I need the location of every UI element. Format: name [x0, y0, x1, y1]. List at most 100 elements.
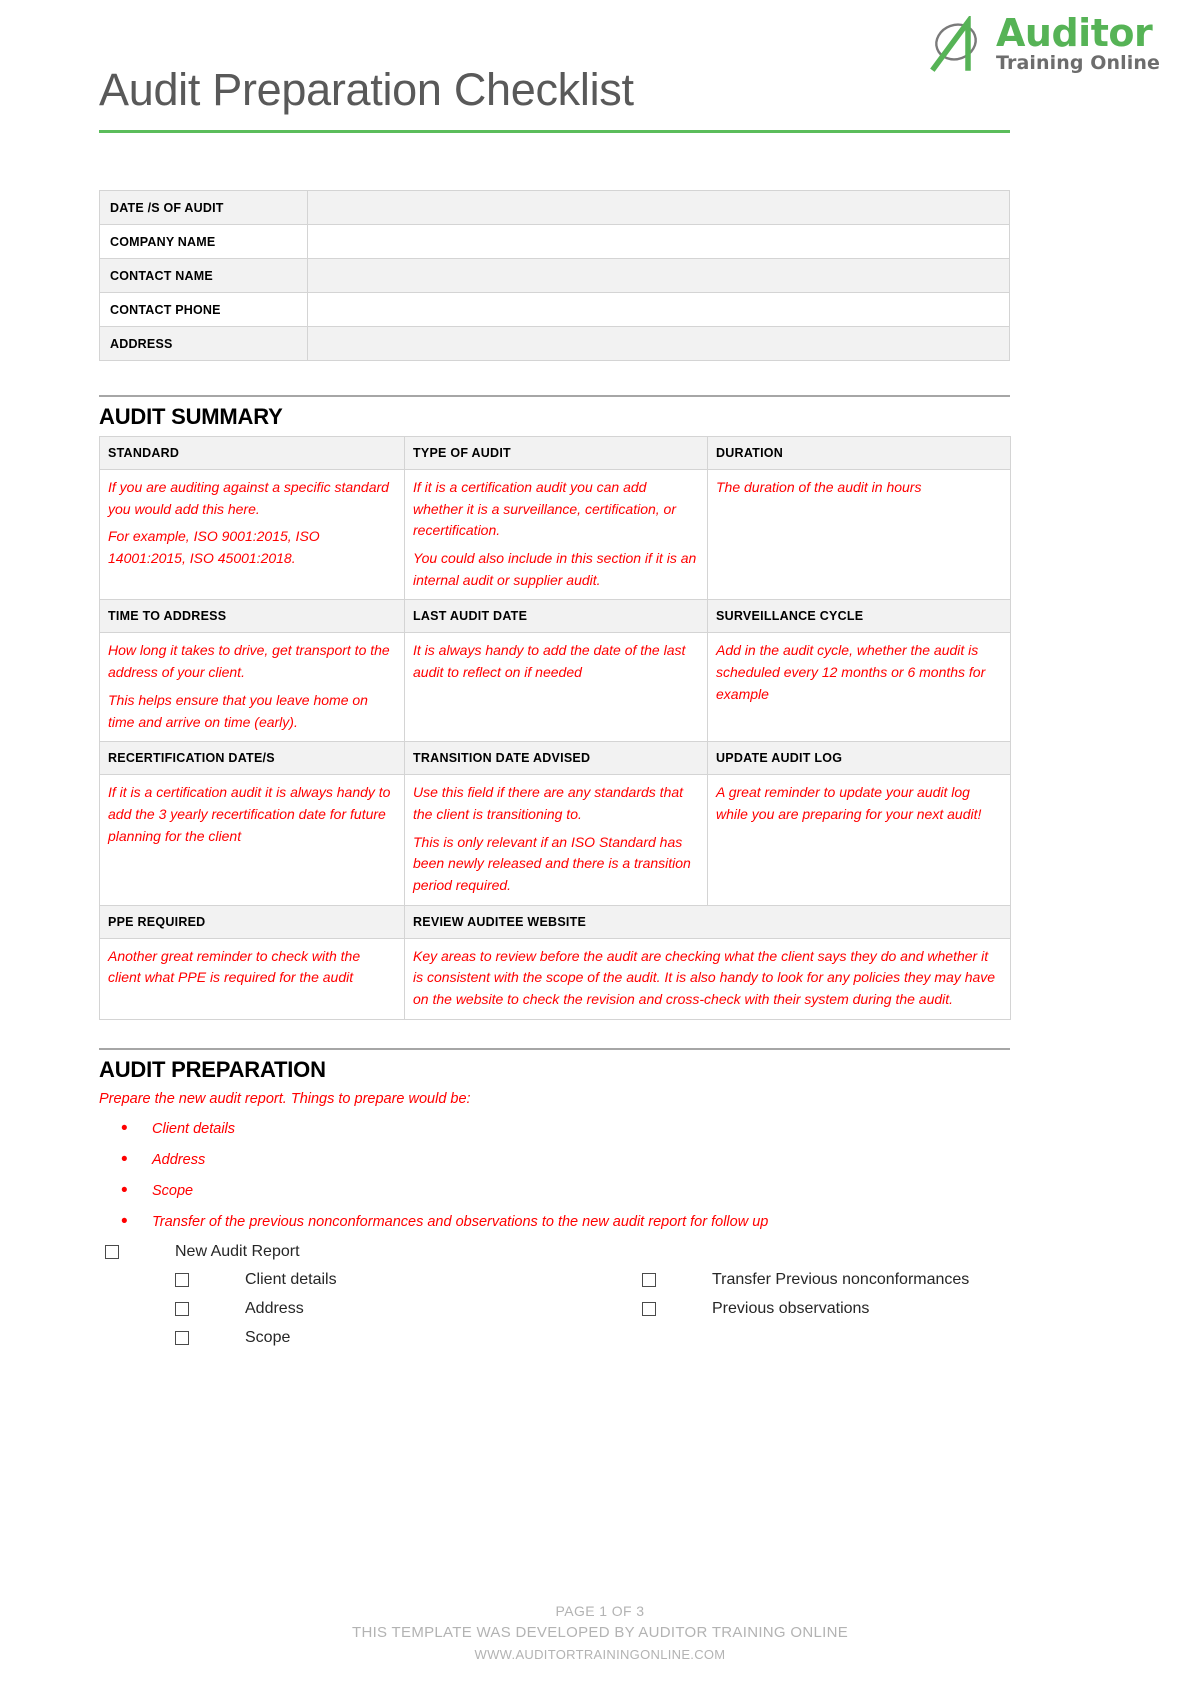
checkbox-row-address[interactable]: Address [175, 1299, 304, 1317]
page-title: Audit Preparation Checklist [99, 64, 634, 115]
info-value-company-name[interactable] [307, 224, 1010, 259]
checkbox-address[interactable] [175, 1301, 189, 1316]
auditor-training-online-logo: Auditor Training Online [928, 14, 1160, 73]
summary-cell-time-to-address[interactable]: How long it takes to drive, get transpor… [99, 632, 405, 743]
info-label-contact-name: CONTACT NAME [99, 258, 308, 293]
checkbox-row-transfer-previous-nonconformances[interactable]: Transfer Previous nonconformances [642, 1270, 970, 1288]
info-label-company-name: COMPANY NAME [99, 224, 308, 259]
document-header: Auditor Training Online Audit Preparatio… [0, 0, 1200, 140]
cell-paragraph: The duration of the audit in hours [716, 479, 922, 495]
checkbox-row-client-details[interactable]: Client details [175, 1270, 337, 1288]
logo-tagline: Training Online [996, 52, 1160, 74]
info-value-date-of-audit[interactable] [307, 190, 1010, 225]
checkbox-two-column-group: Client details Address Scope Transfer Pr… [99, 1270, 1101, 1372]
summary-cell-transition-date-advised[interactable]: Use this field if there are any standard… [404, 774, 708, 906]
summary-cell-surveillance-cycle[interactable]: Add in the audit cycle, whether the audi… [707, 632, 1011, 743]
summary-header-duration: DURATION [707, 436, 1011, 470]
info-label-address: ADDRESS [99, 326, 308, 361]
footer-credit: THIS TEMPLATE WAS DEVELOPED BY AUDITOR T… [351, 1624, 849, 1641]
section-divider-rule [99, 1047, 1010, 1050]
title-underline-rule [99, 130, 1010, 133]
table-header-row: TIME TO ADDRESS LAST AUDIT DATE SURVEILL… [99, 599, 1011, 634]
cell-paragraph: How long it takes to drive, get transpor… [108, 642, 390, 681]
list-item: Transfer of the previous nonconformances… [99, 1210, 1101, 1234]
list-item: Scope [99, 1179, 1101, 1203]
info-label-date-of-audit: DATE /S OF AUDIT [99, 190, 308, 225]
summary-header-last-audit-date: LAST AUDIT DATE [404, 599, 708, 634]
summary-header-type-of-audit: TYPE OF AUDIT [404, 436, 708, 470]
summary-header-recertification-dates: RECERTIFICATION DATE/S [99, 741, 405, 776]
summary-header-ppe-required: PPE REQUIRED [99, 904, 405, 939]
table-row: CONTACT PHONE [99, 292, 1010, 327]
checkbox-scope[interactable] [175, 1330, 189, 1345]
summary-header-surveillance-cycle: SURVEILLANCE CYCLE [707, 599, 1011, 634]
info-value-contact-phone[interactable] [307, 292, 1010, 327]
checkbox-row-scope[interactable]: Scope [175, 1328, 291, 1346]
checkbox-new-audit-report[interactable] [105, 1244, 119, 1259]
checkbox-label-transfer-previous-nonconformances: Transfer Previous nonconformances [712, 1270, 970, 1288]
audit-preparation-intro: Prepare the new audit report. Things to … [99, 1090, 471, 1107]
checkbox-transfer-previous-nonconformances[interactable] [642, 1272, 656, 1287]
checkbox-client-details[interactable] [175, 1272, 189, 1287]
checkbox-label-scope: Scope [245, 1328, 291, 1346]
document-page: Auditor Training Online Audit Preparatio… [0, 0, 1200, 1698]
checkbox-previous-observations[interactable] [642, 1301, 656, 1316]
audit-preparation-heading: AUDIT PREPARATION [99, 1056, 326, 1082]
table-header-row: PPE REQUIRED REVIEW AUDITEE WEBSITE [99, 904, 1011, 939]
cell-paragraph: A great reminder to update your audit lo… [716, 784, 982, 822]
table-row: How long it takes to drive, get transpor… [99, 632, 1011, 743]
cell-paragraph: For example, ISO 9001:2015, ISO 14001:20… [108, 528, 320, 567]
checkbox-label-client-details: Client details [245, 1270, 337, 1288]
summary-cell-duration[interactable]: The duration of the audit in hours [707, 468, 1011, 601]
cell-paragraph: This is only relevant if an ISO Standard… [413, 833, 691, 893]
summary-cell-type-of-audit[interactable]: If it is a certification audit you can a… [404, 468, 708, 601]
summary-header-standard: STANDARD [99, 436, 405, 470]
logo-wordmark: Auditor [996, 11, 1153, 55]
audit-summary-table: STANDARD TYPE OF AUDIT DURATION If you a… [99, 436, 1011, 1020]
summary-cell-ppe-required[interactable]: Another great reminder to check with the… [99, 937, 405, 1020]
summary-cell-review-auditee-website[interactable]: Key areas to review before the audit are… [404, 937, 1011, 1020]
info-value-address[interactable] [307, 326, 1010, 361]
cell-paragraph: If you are auditing against a specific s… [108, 479, 389, 517]
checkbox-label-address: Address [245, 1299, 304, 1317]
cell-paragraph: If it is a certification audit it is alw… [108, 784, 391, 844]
table-row: CONTACT NAME [99, 258, 1010, 293]
footer-website: WWW.AUDITORTRAININGONLINE.COM [474, 1646, 726, 1662]
cell-paragraph: Use this field if there are any standard… [413, 784, 684, 822]
table-row: COMPANY NAME [99, 224, 1010, 259]
checkbox-row-new-audit-report[interactable]: New Audit Report [99, 1242, 1101, 1260]
cell-paragraph: You could also include in this section i… [413, 550, 697, 588]
table-row: ADDRESS [99, 326, 1010, 361]
cell-paragraph: Another great reminder to check with the… [108, 947, 361, 986]
audit-preparation-bullet-list: Client details Address Scope Transfer of… [99, 1117, 1101, 1234]
info-label-contact-phone: CONTACT PHONE [99, 292, 308, 327]
checkbox-label-previous-observations: Previous observations [712, 1299, 870, 1317]
cell-paragraph: This helps ensure that you leave home on… [108, 691, 368, 730]
cell-paragraph: If it is a certification audit you can a… [413, 479, 676, 539]
summary-header-transition-date-advised: TRANSITION DATE ADVISED [404, 741, 708, 776]
table-row: DATE /S OF AUDIT [99, 190, 1010, 225]
checkbox-label-new-audit-report: New Audit Report [175, 1242, 300, 1260]
summary-header-review-auditee-website: REVIEW AUDITEE WEBSITE [404, 904, 1011, 939]
table-row: Another great reminder to check with the… [99, 937, 1011, 1020]
summary-cell-update-audit-log[interactable]: A great reminder to update your audit lo… [707, 774, 1011, 906]
summary-cell-last-audit-date[interactable]: It is always handy to add the date of th… [404, 632, 708, 743]
page-footer: PAGE 1 OF 3 THIS TEMPLATE WAS DEVELOPED … [0, 1601, 1200, 1664]
table-header-row: RECERTIFICATION DATE/S TRANSITION DATE A… [99, 741, 1011, 776]
table-header-row: STANDARD TYPE OF AUDIT DURATION [99, 436, 1011, 470]
table-row: If you are auditing against a specific s… [99, 468, 1011, 601]
list-item: Client details [99, 1117, 1101, 1141]
summary-cell-standard[interactable]: If you are auditing against a specific s… [99, 468, 405, 601]
cell-paragraph: Add in the audit cycle, whether the audi… [716, 642, 986, 702]
summary-header-update-audit-log: UPDATE AUDIT LOG [707, 741, 1011, 776]
logo-swoosh-icon [930, 15, 977, 72]
footer-page-number: PAGE 1 OF 3 [555, 1603, 645, 1619]
summary-header-time-to-address: TIME TO ADDRESS [99, 599, 405, 634]
summary-cell-recertification-dates[interactable]: If it is a certification audit it is alw… [99, 774, 405, 906]
audit-info-table: DATE /S OF AUDIT COMPANY NAME CONTACT NA… [99, 190, 1010, 361]
checkbox-row-previous-observations[interactable]: Previous observations [642, 1299, 870, 1317]
info-value-contact-name[interactable] [307, 258, 1010, 293]
table-row: If it is a certification audit it is alw… [99, 774, 1011, 906]
cell-paragraph: Key areas to review before the audit are… [413, 947, 996, 1007]
list-item: Address [99, 1148, 1101, 1172]
